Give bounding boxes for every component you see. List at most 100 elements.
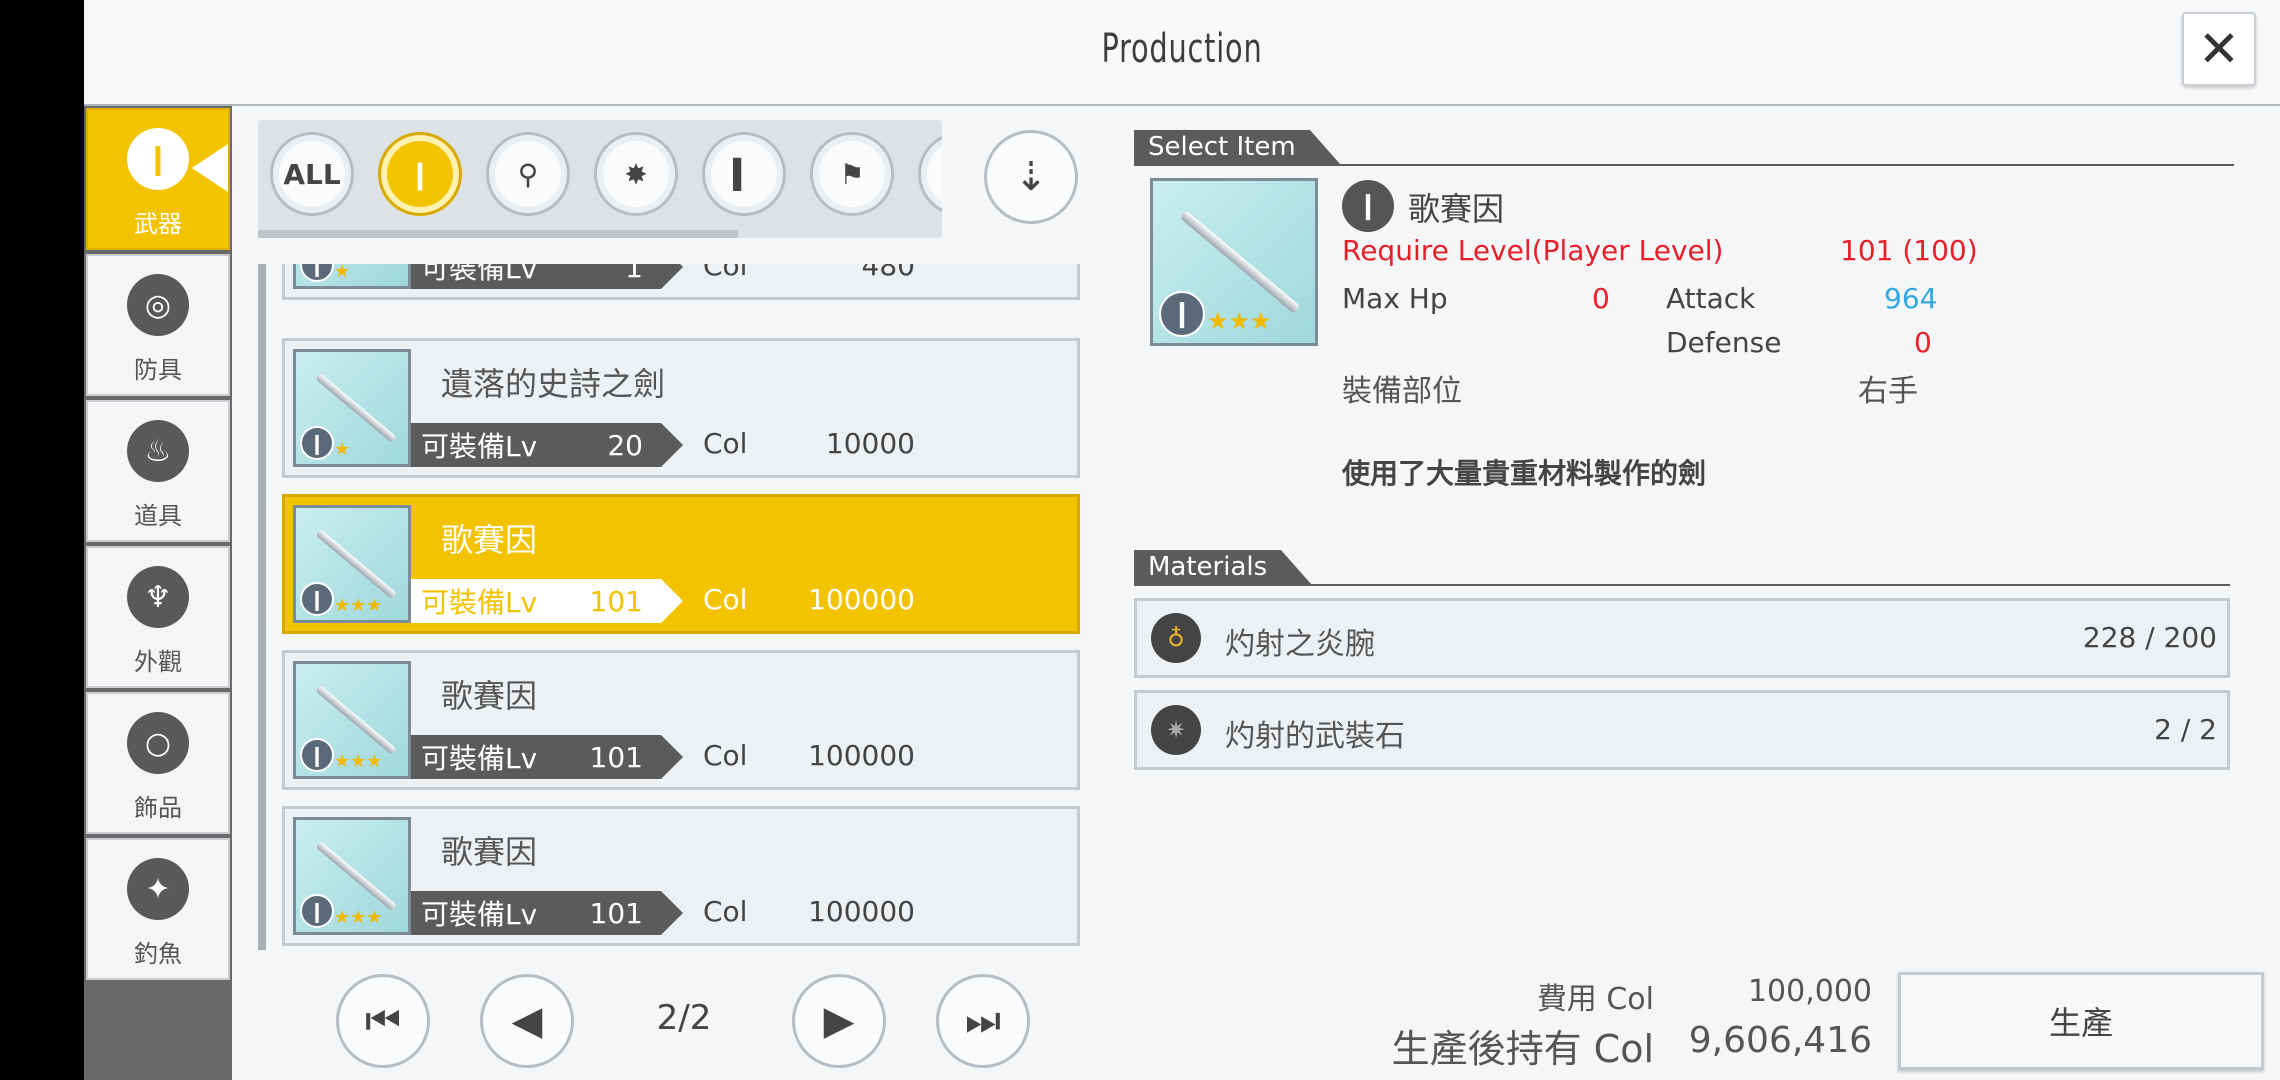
list-item[interactable]: ❙ ★ 可裝備Lv 1 Col 480 (282, 264, 1080, 300)
sword-type-icon: ❙ (300, 894, 334, 928)
defense-value: 0 (1914, 326, 1932, 359)
category-label: 飾品 (134, 794, 182, 822)
category-fishing[interactable]: ✦ 釣魚 (86, 838, 230, 980)
bag-icon: ♁ (1151, 613, 1201, 663)
equip-level-label: 可裝備Lv (421, 430, 538, 463)
page-title: Production (1101, 26, 1263, 72)
sword-type-icon: ❙ (1159, 291, 1205, 337)
equip-level-band: 可裝備Lv 101 (411, 579, 683, 623)
filter-scrollbar[interactable] (258, 230, 738, 238)
category-label: 防具 (134, 356, 182, 384)
attack-value: 964 (1884, 282, 1938, 315)
selected-item-name: 歌賽因 (1408, 190, 1505, 228)
col-value: 480 (861, 264, 915, 282)
sword-type-icon: ❙ (300, 738, 334, 772)
item-thumbnail: ❙ ★★★ (293, 661, 411, 779)
material-row: ✷ 灼射的武裝石 2 / 2 (1134, 690, 2230, 770)
col-value: 10000 (825, 427, 915, 460)
defense-label: Defense (1666, 326, 1782, 359)
sword-type-icon: ❙ (300, 426, 334, 460)
list-item[interactable]: ❙ ★ 遺落的史詩之劍 可裝備Lv 20 Col 10000 (282, 338, 1080, 478)
list-item[interactable]: ❙ ★★★ 歌賽因 可裝備Lv 101 Col 100000 (282, 650, 1080, 790)
next-icon: ▶ (823, 998, 855, 1044)
sword-icon: ❙ (127, 128, 189, 190)
filter-all[interactable]: ALL (270, 132, 354, 216)
produce-button[interactable]: 生產 (1898, 972, 2264, 1070)
equip-level-band: 可裝備Lv 101 (411, 891, 683, 935)
sort-button[interactable]: ⇣ (984, 130, 1078, 224)
armor-icon: ◎ (127, 274, 189, 336)
material-row: ♁ 灼射之炎腕 228 / 200 (1134, 598, 2230, 678)
equip-level-band: 可裝備Lv 101 (411, 735, 683, 779)
item-list: ❙ ★ 可裝備Lv 1 Col 480 ❙ ★ 遺落的史詩之劍 可裝備Lv 20 Col… (270, 264, 1090, 950)
filter-sword[interactable]: ❙ (378, 132, 462, 216)
next-page-button[interactable]: ▶ (792, 974, 886, 1068)
rarity-stars: ★★★ (334, 595, 383, 616)
sort-icon: ⇣ (1014, 154, 1048, 200)
prev-icon: ◀ (511, 998, 543, 1044)
material-name: 灼射的武裝石 (1225, 719, 1405, 754)
equip-level-label: 可裝備Lv (421, 898, 538, 931)
equip-level-band: 可裝備Lv 20 (411, 423, 683, 467)
potion-icon: ♨ (127, 420, 189, 482)
attack-label: Attack (1666, 282, 1756, 315)
close-button[interactable]: ✕ (2182, 12, 2256, 86)
list-item-selected[interactable]: ❙ ★★★ 歌賽因 可裝備Lv 101 Col 100000 (282, 494, 1080, 634)
maxhp-value: 0 (1592, 282, 1610, 315)
item-name: 歌賽因 (441, 833, 538, 871)
item-description: 使用了大量貴重材料製作的劍 (1342, 457, 1707, 490)
item-name: 遺落的史詩之劍 (441, 365, 666, 403)
item-name: 歌賽因 (441, 521, 538, 559)
balance-after-value: 9,606,416 (1688, 1020, 1872, 1061)
filter-axe[interactable]: ⚑ (810, 132, 894, 216)
equip-level-value: 101 (589, 896, 643, 930)
filter-dagger[interactable]: ▍ (702, 132, 786, 216)
category-pointer (192, 144, 228, 192)
category-appearance[interactable]: ♆ 外觀 (86, 546, 230, 688)
sword-icon: ❙ (1342, 180, 1394, 232)
category-armor[interactable]: ◎ 防具 (86, 254, 230, 396)
list-scrollbar[interactable] (258, 264, 266, 950)
filter-mace[interactable]: ✸ (594, 132, 678, 216)
outfit-icon: ♆ (127, 566, 189, 628)
cost-value: 100,000 (1747, 974, 1872, 1009)
rarity-stars: ★ (334, 439, 351, 460)
first-page-button[interactable]: ⏮ (336, 974, 430, 1068)
skip-first-icon: ⏮ (365, 998, 401, 1044)
list-item[interactable]: ❙ ★★★ 歌賽因 可裝備Lv 101 Col 100000 (282, 806, 1080, 946)
category-label: 釣魚 (134, 940, 182, 968)
filter-more[interactable] (918, 132, 942, 216)
item-thumbnail: ❙ ★★★ (293, 505, 411, 623)
section-divider (1134, 164, 2234, 166)
equip-level-value: 101 (589, 740, 643, 774)
mace-icon: ✸ (624, 157, 648, 191)
select-item-header: Select Item (1134, 130, 1340, 164)
materials-header: Materials (1134, 550, 1312, 584)
col-value: 100000 (808, 583, 915, 616)
equip-level-band: 可裝備Lv 1 (411, 264, 683, 289)
category-label: 外觀 (134, 648, 182, 676)
col-label: Col (703, 264, 748, 282)
header-bar: Production ✕ (84, 0, 2280, 106)
category-items[interactable]: ♨ 道具 (86, 400, 230, 542)
prev-page-button[interactable]: ◀ (480, 974, 574, 1068)
skip-last-icon: ⏭ (965, 998, 1001, 1044)
one-handed-sword-icon: ❙ (408, 157, 432, 191)
rapier-icon: ⚲ (517, 157, 539, 191)
category-accessory[interactable]: ○ 飾品 (86, 692, 230, 834)
category-label: 道具 (134, 502, 182, 530)
dagger-icon: ▍ (733, 157, 755, 191)
item-name: 歌賽因 (441, 677, 538, 715)
last-page-button[interactable]: ⏭ (936, 974, 1030, 1068)
col-label: Col (703, 895, 748, 928)
sword-type-icon: ❙ (300, 582, 334, 616)
maxhp-label: Max Hp (1342, 282, 1448, 315)
equip-level-label: 可裝備Lv (421, 264, 538, 285)
filter-rapier[interactable]: ⚲ (486, 132, 570, 216)
equip-level-label: 可裝備Lv (421, 586, 538, 619)
balance-after-label: 生產後持有 Col (1391, 1027, 1654, 1071)
fish-icon: ✦ (127, 858, 189, 920)
rarity-stars: ★★★ (334, 751, 383, 772)
equip-level-label: 可裝備Lv (421, 742, 538, 775)
axe-icon: ⚑ (839, 157, 865, 191)
